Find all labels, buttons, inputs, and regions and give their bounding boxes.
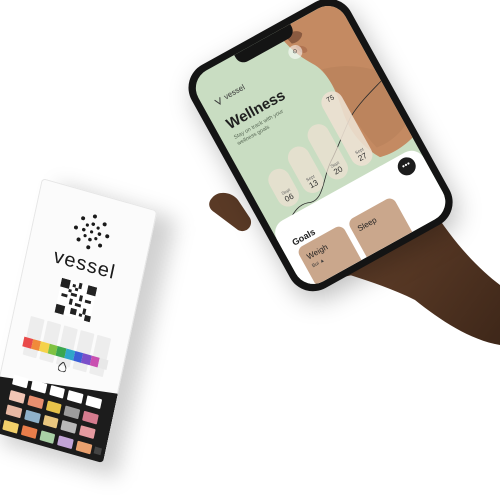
app-logo: vessel	[213, 83, 247, 107]
app-logo-text: vessel	[222, 82, 247, 102]
product-scene: vessel ⊙ vessel Wellness Stay on track w…	[0, 0, 500, 495]
vessel-v-icon	[214, 96, 221, 105]
